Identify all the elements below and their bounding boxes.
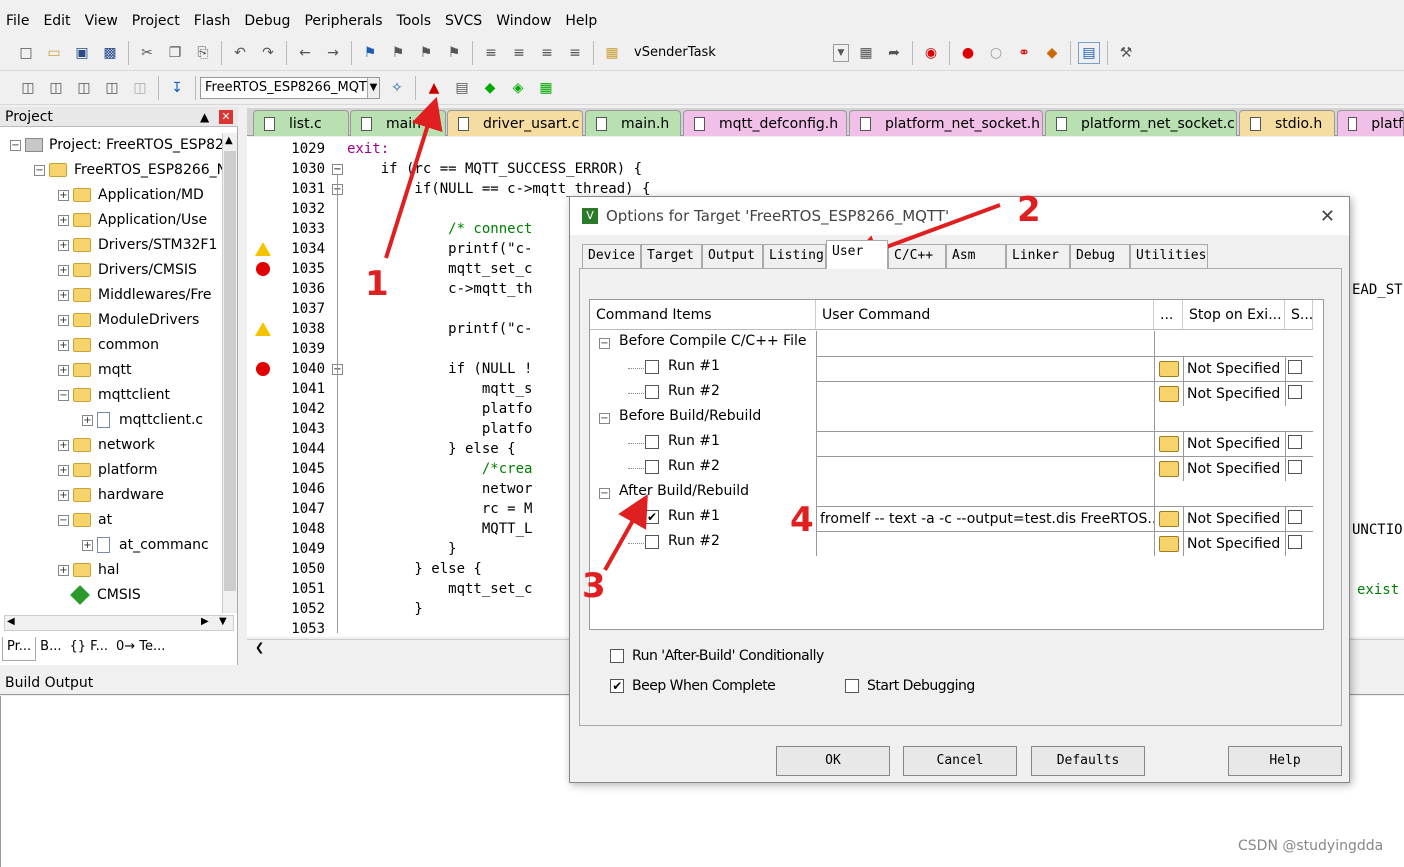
annotation-arrows — [384, 96, 1001, 571]
annotation-2: 2 — [1017, 190, 1041, 230]
watermark: CSDN @studyingdda — [1238, 838, 1384, 854]
arrow-3 — [603, 494, 648, 571]
annotation-1: 1 — [365, 264, 389, 304]
tab-label: User — [832, 244, 864, 259]
tab-user[interactable]: User — [826, 240, 888, 269]
screen: File Edit View Project Flash Debug Perip… — [0, 0, 1404, 867]
annotation-4: 4 — [790, 500, 814, 540]
annotation-3: 3 — [582, 566, 606, 606]
arrow-1 — [384, 96, 443, 259]
